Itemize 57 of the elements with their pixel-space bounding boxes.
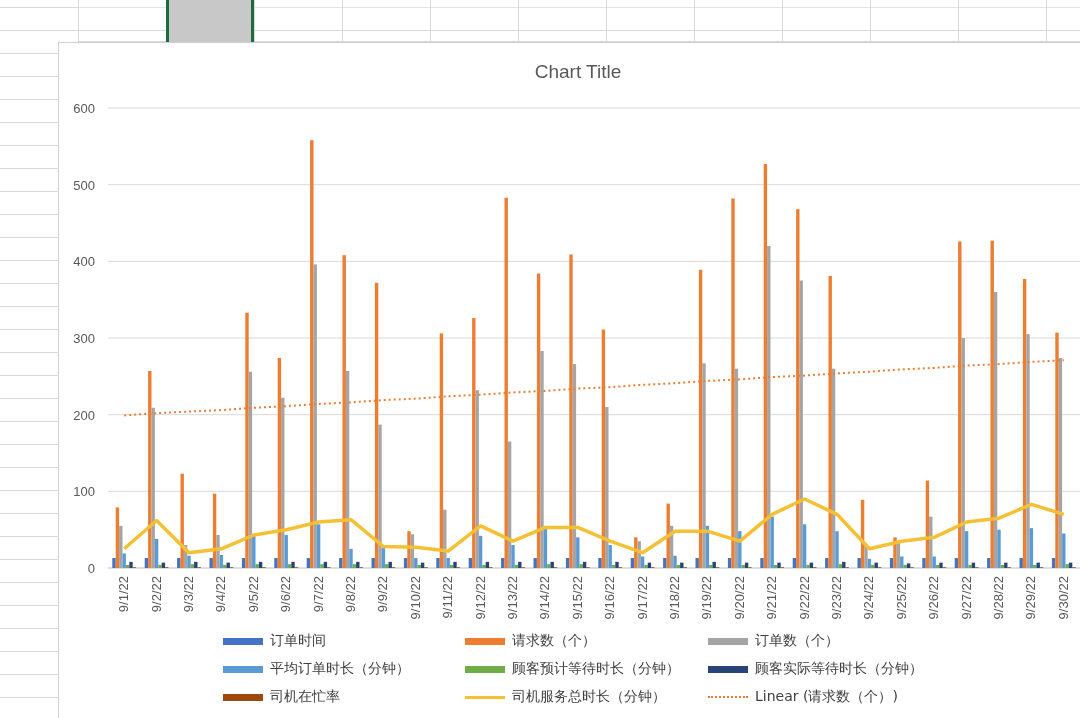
category-label: 9/23/22 [829, 576, 844, 620]
category-label: 9/11/22 [440, 576, 456, 619]
category-label: 9/21/22 [764, 576, 780, 620]
legend-swatch [223, 637, 263, 645]
legend-label: 顾客实际等待时长（分钟） [755, 660, 923, 678]
legend-label: 订单时间 [270, 632, 326, 650]
category-label: 9/25/22 [893, 576, 909, 620]
category-label: 9/13/22 [505, 576, 520, 620]
axis-label: 100 [73, 484, 95, 500]
category-label: 9/1/22 [116, 576, 132, 613]
category-label: 9/30/22 [1055, 576, 1071, 620]
category-label: 9/10/22 [407, 576, 423, 620]
chart-area[interactable] [58, 42, 1080, 718]
category-label: 9/9/22 [375, 576, 391, 613]
axis-label: 200 [73, 407, 95, 423]
category-label: 9/3/22 [181, 576, 196, 613]
legend-label: 平均订单时长（分钟） [270, 660, 410, 678]
axis-label: 400 [73, 254, 95, 270]
category-label: 9/18/22 [667, 576, 682, 620]
category-label: 9/22/22 [796, 576, 812, 620]
category-label: 9/27/22 [958, 576, 974, 620]
category-label: 9/16/22 [602, 576, 618, 620]
legend-label: 订单数（个） [755, 632, 839, 650]
category-label: 9/20/22 [731, 576, 747, 620]
category-label: 9/19/22 [699, 576, 715, 620]
legend-swatch [223, 693, 263, 701]
legend-label: 司机在忙率 [270, 688, 340, 706]
legend-swatch [708, 637, 748, 645]
category-label: 9/4/22 [213, 576, 229, 613]
category-label: 9/29/22 [1023, 576, 1039, 620]
category-label: 9/7/22 [310, 576, 326, 613]
category-label: 9/12/22 [472, 576, 488, 620]
axis-label: 0 [87, 561, 95, 576]
axis-label: 500 [73, 177, 95, 193]
category-label: 9/24/22 [861, 576, 877, 620]
legend-label: 司机服务总时长（分钟） [512, 688, 666, 706]
category-label: 9/26/22 [926, 576, 942, 620]
category-label: 9/15/22 [569, 576, 585, 620]
legend-swatch [465, 637, 505, 645]
category-label: 9/17/22 [634, 576, 650, 620]
category-label: 9/8/22 [343, 576, 358, 613]
legend-label: 顾客预计等待时长（分钟） [512, 660, 680, 678]
category-label: 9/6/22 [278, 576, 294, 613]
legend-swatch [708, 665, 748, 673]
sheet-cell[interactable] [166, 0, 254, 42]
category-label: 9/2/22 [148, 576, 164, 613]
legend-label: 请求数（个） [512, 632, 596, 650]
legend-swatch [465, 665, 505, 673]
axis-label: 300 [73, 331, 95, 346]
legend-label: Linear (请求数（个）) [755, 688, 898, 706]
category-label: 9/5/22 [245, 576, 261, 613]
legend-swatch [465, 695, 505, 699]
category-label: 9/14/22 [537, 576, 553, 620]
category-label: 9/28/22 [991, 576, 1006, 620]
chart-title: Chart Title [534, 60, 622, 84]
legend-swatch [223, 665, 263, 673]
axis-label: 600 [73, 101, 95, 116]
